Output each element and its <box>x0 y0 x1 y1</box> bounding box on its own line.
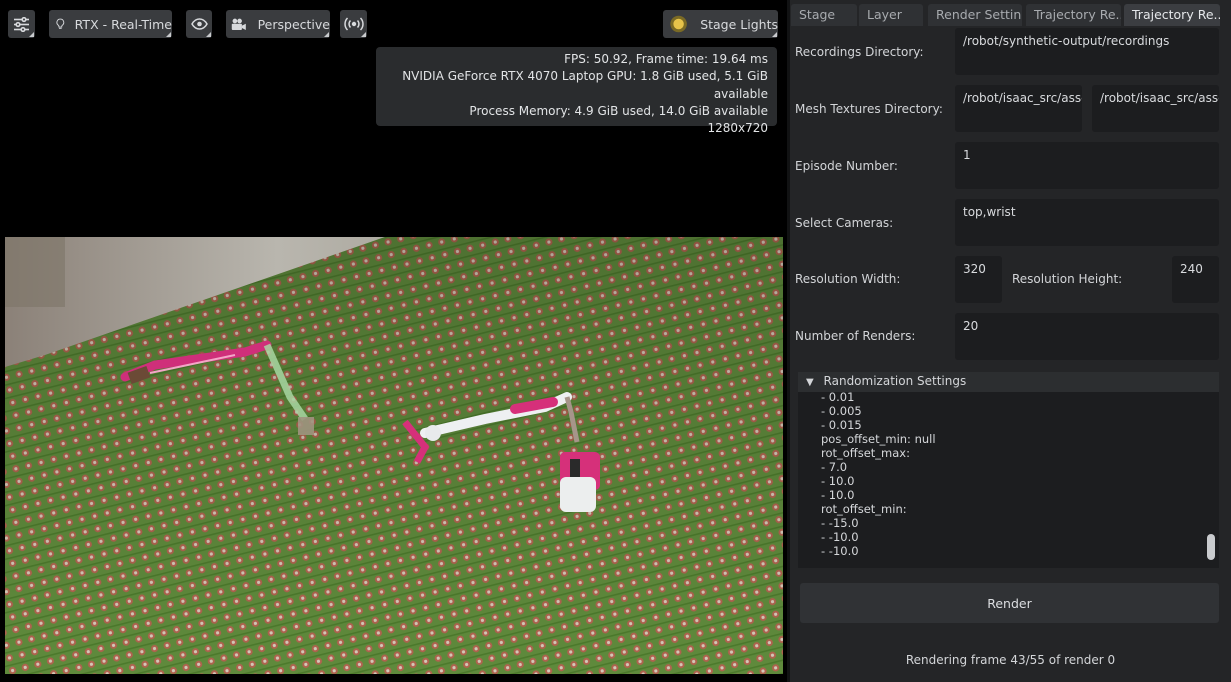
settings-line: - -10.0 <box>821 530 859 544</box>
settings-line: - 10.0 <box>821 474 855 488</box>
stage-lights-label: Stage Lights <box>700 16 778 32</box>
camera-dropdown[interactable]: Perspective <box>226 10 330 38</box>
mesh-textures-directory-field-1[interactable]: /robot/isaac_src/asse <box>955 85 1082 132</box>
sun-icon <box>670 15 687 33</box>
number-of-renders-label: Number of Renders: <box>795 329 916 343</box>
resolution-width-field[interactable]: 320 <box>955 256 1002 303</box>
tab-trajectory-recorder[interactable]: Trajectory Re... <box>1026 4 1121 26</box>
trajectory-render-panel: Stage Layer Render Settin... Trajectory … <box>787 0 1231 682</box>
eye-icon <box>190 18 208 30</box>
resolution-stat: 1280x720 <box>707 121 768 136</box>
stage-lights-dropdown[interactable]: Stage Lights <box>663 10 778 38</box>
renderer-label: RTX - Real-Time <box>74 16 172 32</box>
resolution-height-label: Resolution Height: <box>1012 272 1123 286</box>
memory-stat: Process Memory: 4.9 GiB used, 14.0 GiB a… <box>469 103 768 118</box>
randomization-scrollbar[interactable] <box>1207 534 1215 560</box>
select-cameras-label: Select Cameras: <box>795 216 894 230</box>
settings-line: rot_offset_max: <box>821 446 910 460</box>
visibility-button[interactable] <box>186 10 212 38</box>
render-status-text: Rendering frame 43/55 of render 0 <box>905 653 1116 667</box>
randomization-settings-header[interactable]: ▼ Randomization Settings <box>798 372 1219 392</box>
episode-number-field[interactable]: 1 <box>955 142 1219 189</box>
resolution-width-label: Resolution Width: <box>795 272 901 286</box>
settings-line: - -10.0 <box>821 544 859 558</box>
broadcast-button[interactable] <box>340 10 367 38</box>
settings-line: - 7.0 <box>821 460 848 474</box>
mesh-textures-directory-field-2[interactable]: /robot/isaac_src/asse <box>1092 85 1219 132</box>
settings-line: - 0.01 <box>821 392 855 404</box>
settings-line: - -15.0 <box>821 516 859 530</box>
settings-line: - 0.005 <box>821 404 862 418</box>
tab-stage[interactable]: Stage <box>791 4 857 26</box>
broadcast-icon <box>343 17 364 31</box>
sliders-icon <box>14 16 29 32</box>
recordings-directory-field[interactable]: /robot/synthetic-output/recordings <box>955 28 1219 75</box>
fps-stat: FPS: 50.92, Frame time: 19.64 ms <box>564 52 768 66</box>
settings-line: - 0.015 <box>821 418 862 432</box>
settings-line: - 10.0 <box>821 488 855 502</box>
randomization-settings-text[interactable]: - 0.01 - 0.005 - 0.015 pos_offset_min: n… <box>798 392 1219 568</box>
tab-trajectory-render[interactable]: Trajectory Re... <box>1124 4 1220 26</box>
lightbulb-icon <box>56 18 65 29</box>
tab-layer[interactable]: Layer <box>859 4 923 26</box>
gpu-stat: NVIDIA GeForce RTX 4070 Laptop GPU: 1.8 … <box>402 69 768 101</box>
movie-camera-icon <box>231 18 246 30</box>
viewport-toolbar: RTX - Real-Time Perspective Stage Lights <box>8 10 779 38</box>
episode-number-label: Episode Number: <box>795 159 898 173</box>
viewport-settings-button[interactable] <box>8 10 35 38</box>
tab-render-settings[interactable]: Render Settin... <box>928 4 1022 26</box>
settings-line: rot_offset_min: <box>821 502 907 516</box>
recordings-directory-label: Recordings Directory: <box>795 45 924 59</box>
viewport[interactable]: RTX - Real-Time Perspective Stage Lights… <box>0 0 787 682</box>
settings-line: pos_offset_min: null <box>821 432 936 446</box>
render-button[interactable]: Render <box>800 583 1219 623</box>
randomization-settings-title: Randomization Settings <box>823 374 967 388</box>
scene-render <box>5 237 783 674</box>
renderer-dropdown[interactable]: RTX - Real-Time <box>49 10 172 38</box>
select-cameras-field[interactable]: top,wrist <box>955 199 1219 246</box>
resolution-height-field[interactable]: 240 <box>1172 256 1219 303</box>
camera-label: Perspective <box>257 16 330 32</box>
collapse-triangle-icon: ▼ <box>806 377 814 388</box>
panel-tabs: Stage Layer Render Settin... Trajectory … <box>790 4 1231 26</box>
number-of-renders-field[interactable]: 20 <box>955 313 1219 360</box>
mesh-textures-directory-label: Mesh Textures Directory: <box>795 102 943 116</box>
rendered-scene[interactable] <box>5 237 783 674</box>
performance-stats-overlay: FPS: 50.92, Frame time: 19.64 ms NVIDIA … <box>376 47 777 135</box>
